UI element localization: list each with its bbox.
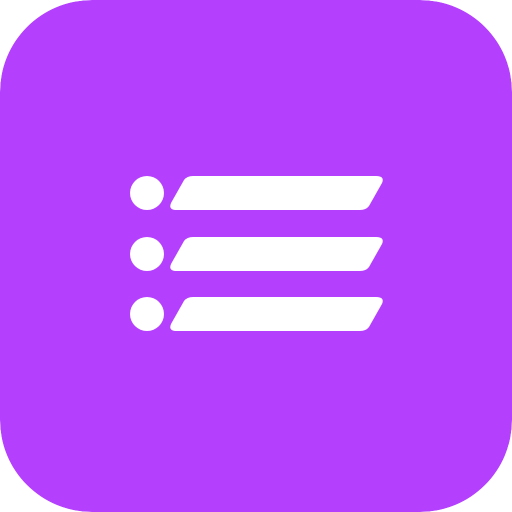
bullet-dot: [130, 237, 164, 271]
app-icon[interactable]: [0, 0, 512, 512]
bullet-dot: [130, 176, 164, 210]
list-bar: [170, 237, 383, 271]
list-bar: [170, 176, 383, 210]
list-bar: [170, 297, 383, 331]
bullet-dot: [130, 297, 164, 331]
list-bullets-icon: [0, 0, 512, 512]
